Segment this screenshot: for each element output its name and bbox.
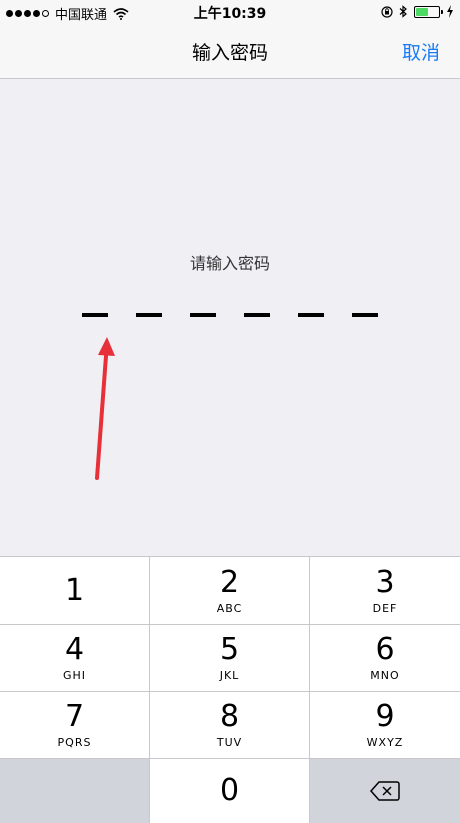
key-digit: 4	[64, 632, 85, 667]
key-letters: WXYZ	[366, 736, 404, 749]
key-digit: 3	[375, 564, 395, 600]
key-digit: 9	[375, 699, 395, 734]
passcode-digit-slot	[298, 313, 324, 317]
key-letters: DEF	[372, 601, 398, 615]
backspace-icon	[370, 781, 400, 801]
key-letters: TUV	[216, 736, 243, 749]
key-4[interactable]: 4 GHI	[0, 625, 150, 691]
page-title: 输入密码	[191, 42, 268, 64]
cancel-button[interactable]: 取消	[402, 38, 440, 65]
passcode-digit-slot	[352, 313, 378, 317]
passcode-digit-slot	[82, 313, 108, 317]
key-3[interactable]: 3 DEF	[310, 557, 460, 624]
key-letters: MNO	[370, 669, 400, 682]
passcode-entry[interactable]	[82, 313, 378, 317]
password-prompt: 请输入密码	[189, 254, 270, 273]
navigation-bar: 输入密码 取消	[0, 26, 460, 79]
battery-level	[416, 7, 429, 16]
rotation-lock-icon	[381, 5, 393, 18]
key-2[interactable]: 2 ABC	[150, 557, 310, 624]
key-8[interactable]: 8 TUV	[150, 692, 310, 758]
key-letters: PQRS	[57, 736, 92, 749]
key-digit: 0	[219, 773, 240, 808]
key-letters: JKL	[219, 669, 240, 682]
key-letters: GHI	[62, 669, 87, 682]
key-9[interactable]: 9 WXYZ	[310, 692, 460, 758]
key-letters: ABC	[216, 601, 243, 615]
numeric-keypad: 1 2 ABC 3 DEF 4 GHI 5 JKL 6 MNO 7 PQRS 8 TUV 9 WXYZ 0	[0, 556, 460, 823]
key-digit: 8	[219, 699, 240, 734]
key-5[interactable]: 5 JKL	[150, 625, 310, 691]
passcode-digit-slot	[244, 313, 270, 317]
status-bar: 中国联通 上午10:39	[0, 0, 460, 26]
charging-bolt-icon	[447, 5, 453, 18]
key-6[interactable]: 6 MNO	[310, 625, 460, 691]
key-7[interactable]: 7 PQRS	[0, 692, 150, 758]
key-digit: 5	[219, 632, 240, 667]
key-digit: 1	[64, 572, 85, 608]
passcode-digit-slot	[190, 313, 216, 317]
key-digit: 6	[375, 632, 395, 667]
bluetooth-icon	[399, 5, 407, 18]
key-digit: 7	[64, 699, 85, 734]
keypad-blank	[0, 759, 150, 823]
delete-key[interactable]	[310, 759, 460, 823]
key-digit: 2	[219, 564, 240, 600]
status-right	[381, 5, 454, 18]
key-1[interactable]: 1	[0, 557, 150, 624]
key-0[interactable]: 0	[150, 759, 310, 823]
battery-icon	[414, 5, 443, 18]
passcode-digit-slot	[136, 313, 162, 317]
